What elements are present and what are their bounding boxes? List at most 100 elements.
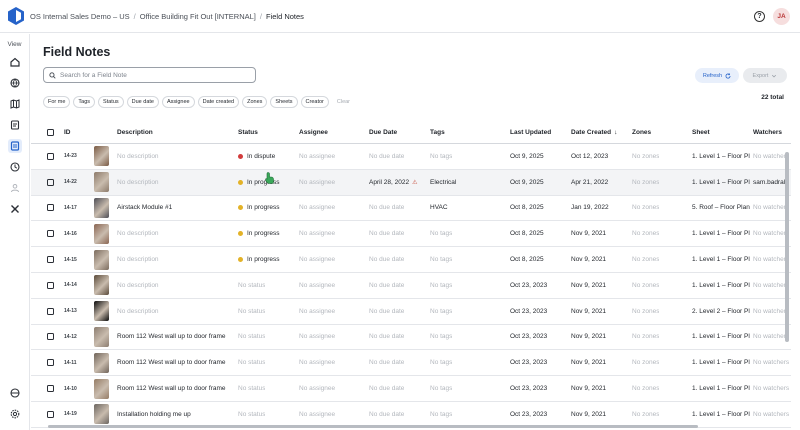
- row-status[interactable]: No status: [238, 299, 265, 324]
- breadcrumb-project[interactable]: Office Building Fit Out [INTERNAL]: [140, 12, 256, 21]
- table-row[interactable]: 14-15 In progress No due date No descriptio…: [31, 247, 791, 273]
- select-all-checkbox[interactable]: [47, 122, 54, 143]
- row-status[interactable]: In progress: [238, 247, 280, 272]
- help-icon[interactable]: ?: [754, 11, 765, 22]
- filter-chip[interactable]: Date created: [197, 96, 240, 108]
- row-thumbnail[interactable]: [94, 221, 109, 246]
- row-checkbox[interactable]: [47, 299, 54, 324]
- table-row[interactable]: 14-13 No status No due date No description N…: [31, 299, 791, 325]
- row-checkbox[interactable]: [47, 273, 54, 298]
- row-due-date[interactable]: No due date: [369, 325, 404, 350]
- row-thumbnail[interactable]: [94, 299, 109, 324]
- col-sheet[interactable]: Sheet: [692, 122, 710, 143]
- row-thumbnail[interactable]: [94, 402, 109, 427]
- settings-icon[interactable]: [8, 407, 22, 421]
- row-thumbnail[interactable]: [94, 144, 109, 169]
- row-thumbnail[interactable]: [94, 350, 109, 375]
- row-due-date[interactable]: No due date: [369, 299, 404, 324]
- table-row[interactable]: 14-19 No status No due date Installation ho…: [31, 402, 791, 428]
- vertical-scrollbar[interactable]: [785, 152, 789, 342]
- tools-icon[interactable]: [8, 202, 22, 216]
- row-due-date[interactable]: No due date: [369, 376, 404, 401]
- filter-chip[interactable]: Tags: [73, 96, 96, 108]
- row-due-date[interactable]: No due date: [369, 144, 404, 169]
- row-thumbnail[interactable]: [94, 376, 109, 401]
- row-due-date[interactable]: No due date: [369, 247, 404, 272]
- table-row[interactable]: 14-17 In progress No due date Airstack Modu…: [31, 196, 791, 222]
- support-icon[interactable]: [8, 386, 22, 400]
- row-status[interactable]: No status: [238, 350, 265, 375]
- col-watchers[interactable]: Watchers: [753, 122, 782, 143]
- clear-filters-button[interactable]: Clear: [331, 96, 356, 108]
- row-checkbox[interactable]: [47, 376, 54, 401]
- row-thumbnail[interactable]: [94, 325, 109, 350]
- row-zones: No zones: [632, 256, 660, 264]
- row-due-date[interactable]: No due date: [369, 221, 404, 246]
- col-last-updated[interactable]: Last Updated: [510, 122, 551, 143]
- table-row[interactable]: 14-11 No status No due date Room 112 West w…: [31, 350, 791, 377]
- globe-icon[interactable]: [8, 76, 22, 90]
- row-checkbox[interactable]: [47, 325, 54, 350]
- row-status[interactable]: No status: [238, 376, 265, 401]
- filter-chip[interactable]: Due date: [126, 96, 159, 108]
- avatar[interactable]: JA: [773, 8, 790, 25]
- row-status[interactable]: No status: [238, 273, 265, 298]
- col-description[interactable]: Description: [117, 122, 153, 143]
- row-thumbnail[interactable]: [94, 196, 109, 221]
- sidebar-view-label: View: [7, 41, 22, 48]
- row-checkbox[interactable]: [47, 170, 54, 195]
- table-row[interactable]: 14-16 In progress No due date No descriptio…: [31, 221, 791, 248]
- row-thumbnail[interactable]: [94, 273, 109, 298]
- row-status[interactable]: No status: [238, 402, 265, 427]
- filter-chip[interactable]: Sheets: [270, 96, 298, 108]
- people-icon[interactable]: [8, 181, 22, 195]
- search-input[interactable]: [60, 71, 240, 79]
- row-status[interactable]: In progress: [238, 221, 280, 246]
- table-row[interactable]: 14-23 In dispute No due date No description…: [31, 144, 791, 170]
- filter-chip[interactable]: Zones: [242, 96, 268, 108]
- col-due-date[interactable]: Due Date: [369, 122, 397, 143]
- table-row[interactable]: 14-12 No status No due date Room 112 West w…: [31, 325, 791, 351]
- row-checkbox[interactable]: [47, 402, 54, 427]
- row-checkbox[interactable]: [47, 196, 54, 221]
- table-row[interactable]: 14-10 No status No due date Room 112 West w…: [31, 376, 791, 402]
- row-due-date[interactable]: April 28, 2022 ⚠: [369, 170, 418, 195]
- app-logo-icon[interactable]: [8, 7, 24, 25]
- row-status[interactable]: In dispute: [238, 144, 275, 169]
- row-due-date[interactable]: No due date: [369, 350, 404, 375]
- breadcrumb-org[interactable]: OS Internal Sales Demo – US: [30, 12, 130, 21]
- filter-chip[interactable]: Creator: [300, 96, 329, 108]
- checklist-icon[interactable]: [8, 118, 22, 132]
- export-button[interactable]: Export: [743, 68, 787, 83]
- row-status[interactable]: No status: [238, 325, 265, 350]
- horizontal-scrollbar[interactable]: [48, 425, 698, 428]
- row-checkbox[interactable]: [47, 247, 54, 272]
- row-checkbox[interactable]: [47, 144, 54, 169]
- row-zones: No zones: [632, 204, 660, 212]
- filter-chip[interactable]: Assignee: [161, 96, 195, 108]
- row-checkbox[interactable]: [47, 221, 54, 246]
- col-status[interactable]: Status: [238, 122, 258, 143]
- table-row[interactable]: 14-22 In progress April 28, 2022 ⚠ No descri…: [31, 169, 791, 196]
- col-date-created[interactable]: Date Created ↓: [571, 122, 617, 143]
- map-icon[interactable]: [8, 97, 22, 111]
- row-due-date[interactable]: No due date: [369, 273, 404, 298]
- row-status[interactable]: In progress: [238, 196, 280, 221]
- refresh-button[interactable]: Refresh: [695, 68, 739, 83]
- col-tags[interactable]: Tags: [430, 122, 445, 143]
- field-notes-icon[interactable]: [8, 139, 22, 153]
- col-zones[interactable]: Zones: [632, 122, 651, 143]
- row-due-date[interactable]: No due date: [369, 402, 404, 427]
- filter-chip[interactable]: For me: [43, 96, 71, 108]
- row-due-date[interactable]: No due date: [369, 196, 404, 221]
- home-icon[interactable]: [8, 55, 22, 69]
- table-row[interactable]: 14-14 No status No due date No description N…: [31, 273, 791, 299]
- row-checkbox[interactable]: [47, 350, 54, 375]
- row-thumbnail[interactable]: [94, 247, 109, 272]
- clock-icon[interactable]: [8, 160, 22, 174]
- row-thumbnail[interactable]: [94, 170, 109, 195]
- filter-chip[interactable]: Status: [98, 96, 124, 108]
- col-id[interactable]: ID: [64, 122, 71, 143]
- search-field[interactable]: [43, 67, 256, 83]
- col-assignee[interactable]: Assignee: [299, 122, 328, 143]
